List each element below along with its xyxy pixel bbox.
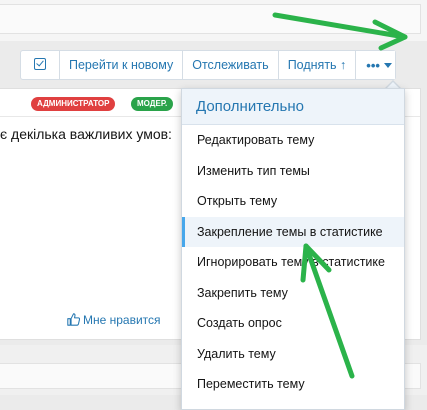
menu-item-delete-thread[interactable]: Удалить тему bbox=[182, 339, 404, 370]
menu-item-create-poll[interactable]: Создать опрос bbox=[182, 308, 404, 339]
top-strip bbox=[0, 0, 427, 41]
menu-item-stick-thread[interactable]: Закрепить тему bbox=[182, 278, 404, 309]
bump-label: Поднять bbox=[287, 58, 337, 72]
moderator-badge: МОДЕР. bbox=[131, 97, 174, 111]
chevron-down-icon bbox=[384, 63, 393, 68]
go-to-new-button[interactable]: Перейти к новому bbox=[59, 51, 182, 79]
admin-badge: АДМИНИСТРАТОР bbox=[31, 97, 116, 111]
menu-item-pin-in-stats[interactable]: Закрепление темы в статистике bbox=[182, 216, 404, 247]
like-label: Мне нравится bbox=[83, 313, 161, 327]
menu-item-ignore-in-stats[interactable]: Игнорировать тему в статистике bbox=[182, 247, 404, 278]
more-actions-menu: Дополнительно Редактировать тему Изменит… bbox=[181, 88, 405, 410]
bump-button[interactable]: Поднять ↑ bbox=[277, 51, 356, 79]
checkbox-icon bbox=[34, 58, 46, 70]
watch-button[interactable]: Отслеживать bbox=[182, 51, 277, 79]
arrow-up-icon: ↑ bbox=[340, 58, 347, 72]
more-actions-button[interactable]: ••• bbox=[355, 51, 396, 79]
select-checkbox-button[interactable] bbox=[21, 51, 59, 79]
top-bar bbox=[0, 4, 421, 34]
more-dots-icon: ••• bbox=[366, 58, 380, 73]
thumbs-up-icon bbox=[67, 313, 80, 326]
post-text: є декілька важливих умов: bbox=[0, 126, 172, 142]
menu-item-change-thread-type[interactable]: Изменить тип темы bbox=[182, 156, 404, 187]
thread-toolbar: Перейти к новому Отслеживать Поднять ↑ •… bbox=[20, 50, 397, 80]
menu-header: Дополнительно bbox=[182, 89, 404, 125]
like-button[interactable]: Мне нравится bbox=[67, 313, 161, 327]
menu-item-open-thread[interactable]: Открыть тему bbox=[182, 186, 404, 217]
menu-item-edit-thread[interactable]: Редактировать тему bbox=[182, 125, 404, 156]
